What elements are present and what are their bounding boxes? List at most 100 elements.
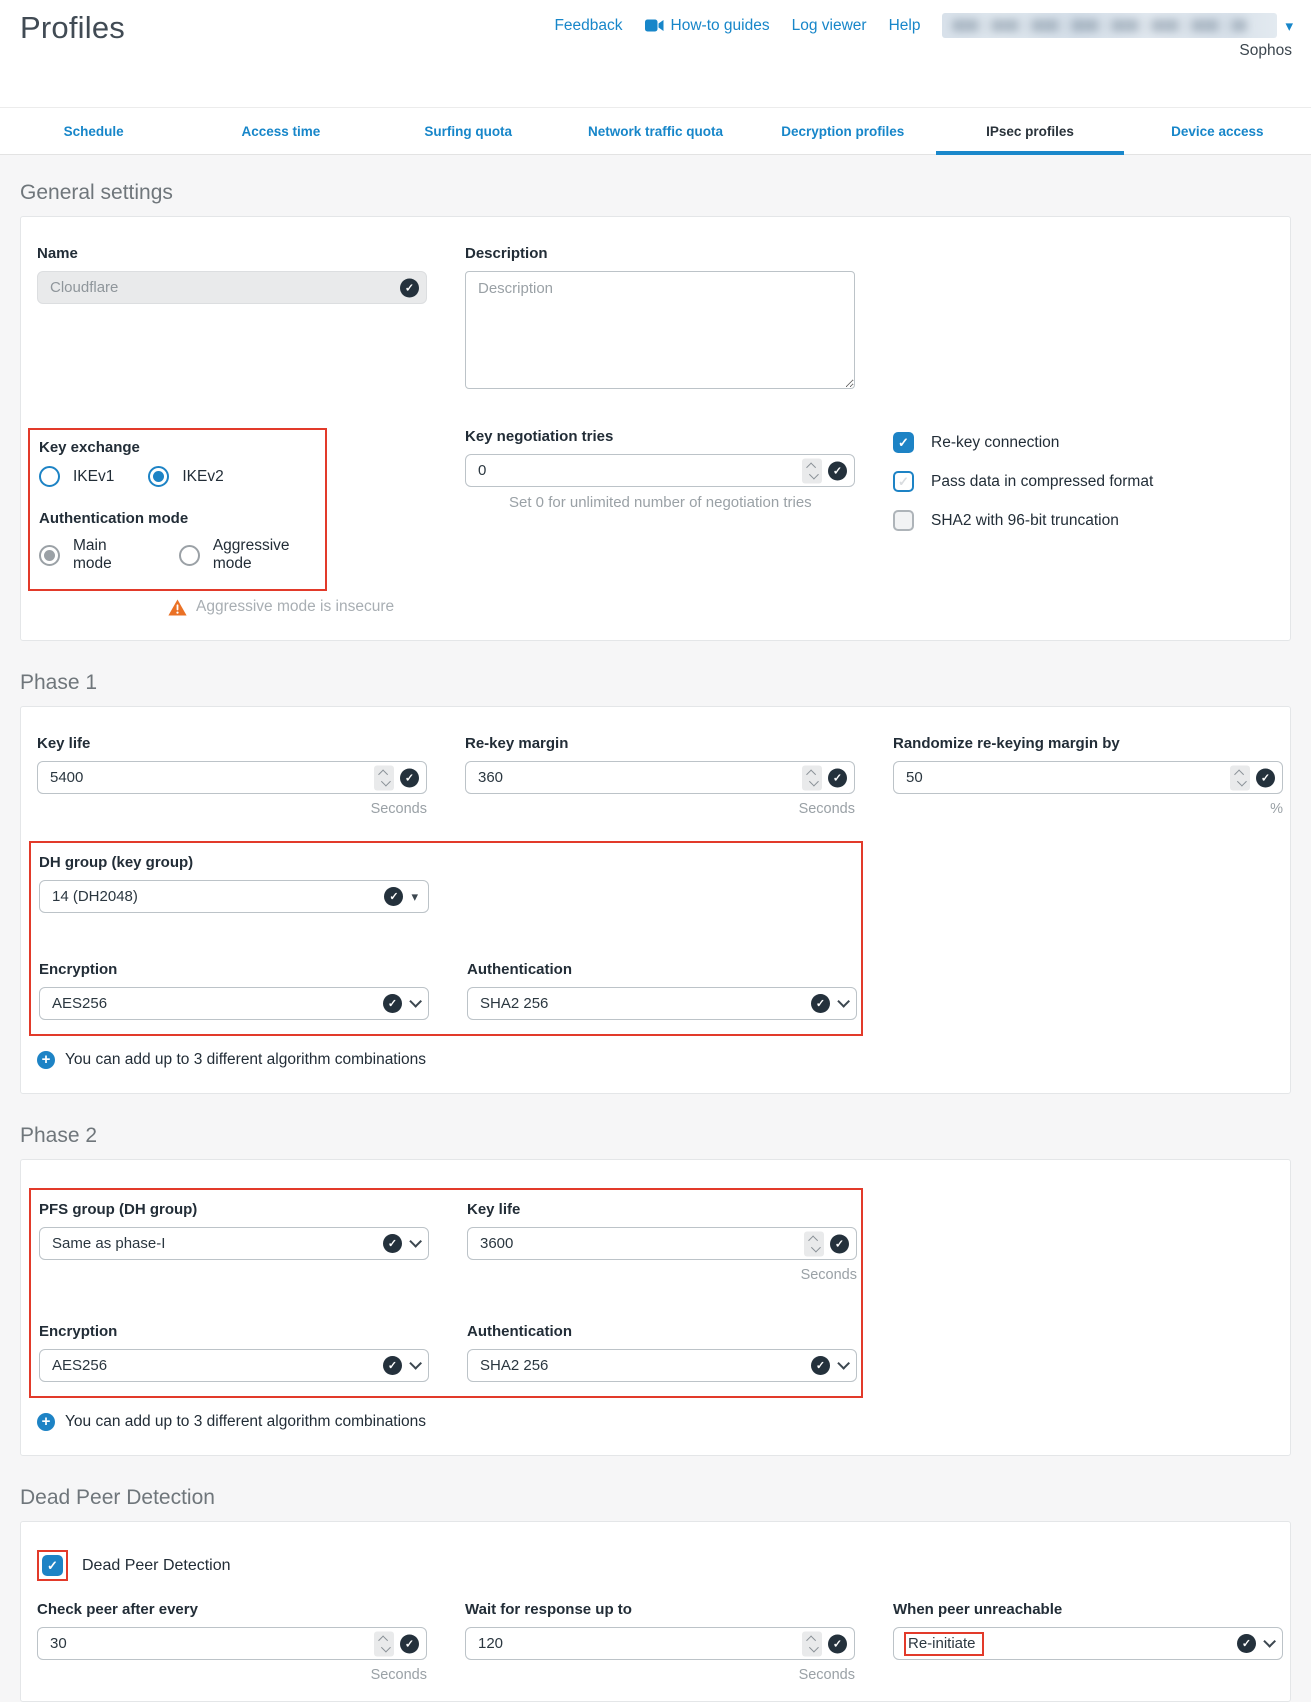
aggressive-warning-text: Aggressive mode is insecure: [196, 598, 394, 616]
rekey-connection-checkbox[interactable]: ✓: [893, 432, 914, 453]
phase1-key-life-label: Key life: [37, 735, 427, 752]
phase2-encryption-select[interactable]: AES256 ✓: [39, 1349, 429, 1382]
phase1-randomize-label: Randomize re-keying margin by: [893, 735, 1283, 752]
key-negotiation-label: Key negotiation tries: [465, 428, 855, 445]
phase1-dh-group-value: 14 (DH2048): [52, 888, 384, 905]
phase1-encryption-group: Encryption AES256 ✓: [39, 961, 429, 1020]
compressed-format-checkbox[interactable]: ✓: [893, 471, 914, 492]
tab-network-traffic-quota[interactable]: Network traffic quota: [562, 108, 749, 154]
dpd-check-peer-unit: Seconds: [37, 1667, 427, 1683]
radio-ikev2[interactable]: [148, 466, 169, 487]
log-viewer-link[interactable]: Log viewer: [792, 17, 867, 35]
feedback-link[interactable]: Feedback: [554, 17, 622, 35]
phase1-dh-group-label: DH group (key group): [39, 854, 853, 871]
stepper-icon[interactable]: [802, 1631, 822, 1656]
video-camera-icon: [645, 19, 664, 32]
key-negotiation-input[interactable]: [465, 454, 855, 487]
tab-surfing-quota[interactable]: Surfing quota: [375, 108, 562, 154]
phase1-heading: Phase 1: [20, 671, 1291, 695]
phase1-algorithms-highlight-box: DH group (key group) 14 (DH2048) ✓ ▾ Enc…: [29, 841, 863, 1036]
phase2-pfs-label: PFS group (DH group): [39, 1201, 429, 1218]
phase1-dh-group-select[interactable]: 14 (DH2048) ✓ ▾: [39, 880, 429, 913]
dpd-unreachable-group: When peer unreachable Re-initiate ✓: [893, 1601, 1283, 1660]
tab-decryption-profiles[interactable]: Decryption profiles: [749, 108, 936, 154]
phase2-encryption-group: Encryption AES256 ✓: [39, 1323, 429, 1382]
brand-label: Sophos: [1239, 42, 1292, 60]
dpd-wait-input[interactable]: [465, 1627, 855, 1660]
chevron-down-icon: [1263, 1635, 1276, 1648]
stepper-icon[interactable]: [1230, 765, 1250, 790]
phase1-add-combination-row[interactable]: + You can add up to 3 different algorith…: [37, 1051, 1274, 1069]
phase2-authentication-label: Authentication: [467, 1323, 857, 1340]
dpd-card: ✓ Dead Peer Detection Check peer after e…: [20, 1521, 1291, 1702]
valid-check-icon: ✓: [811, 1356, 830, 1375]
phase1-randomize-input[interactable]: [893, 761, 1283, 794]
valid-check-icon: ✓: [400, 1634, 419, 1653]
radio-ikev1[interactable]: [39, 466, 60, 487]
compressed-format-label: Pass data in compressed format: [931, 473, 1153, 491]
chevron-down-icon: [409, 1357, 422, 1370]
sha2-truncation-checkbox[interactable]: ✓: [893, 510, 914, 531]
phase2-key-life-input[interactable]: [467, 1227, 857, 1260]
radio-ikev1-label: IKEv1: [73, 468, 114, 486]
phase1-authentication-group: Authentication SHA2 256 ✓: [467, 961, 857, 1020]
phase1-rekey-margin-input[interactable]: [465, 761, 855, 794]
description-textarea[interactable]: [465, 271, 855, 389]
chevron-down-icon: [409, 1235, 422, 1248]
phase2-add-combination-row[interactable]: + You can add up to 3 different algorith…: [37, 1413, 1274, 1431]
phase1-authentication-label: Authentication: [467, 961, 857, 978]
plus-circle-icon[interactable]: +: [37, 1413, 55, 1431]
help-link[interactable]: Help: [889, 17, 921, 35]
stepper-icon[interactable]: [804, 1231, 824, 1256]
dpd-check-peer-input[interactable]: [37, 1627, 427, 1660]
dpd-check-peer-group: Check peer after every ✓ Seconds: [37, 1601, 427, 1683]
auth-mode-label: Authentication mode: [39, 510, 325, 527]
key-negotiation-helper: Set 0 for unlimited number of negotiatio…: [465, 494, 855, 511]
key-exchange-column: Key exchange IKEv1 IKEv2 Authentication …: [37, 428, 427, 616]
phase1-key-life-input[interactable]: [37, 761, 427, 794]
stepper-icon[interactable]: [374, 765, 394, 790]
phase1-randomize-unit: %: [893, 801, 1283, 817]
phase2-add-note: You can add up to 3 different algorithm …: [65, 1413, 426, 1431]
stepper-icon[interactable]: [802, 458, 822, 483]
phase2-pfs-select[interactable]: Same as phase-I ✓: [39, 1227, 429, 1260]
phase1-randomize-group: Randomize re-keying margin by ✓ %: [893, 735, 1283, 817]
dpd-unreachable-select[interactable]: Re-initiate ✓: [893, 1627, 1283, 1660]
phase2-encryption-value: AES256: [52, 1357, 383, 1374]
phase1-add-note: You can add up to 3 different algorithm …: [65, 1051, 426, 1069]
dpd-wait-label: Wait for response up to: [465, 1601, 855, 1618]
howto-guides-link[interactable]: How-to guides: [645, 17, 770, 35]
phase2-key-life-label: Key life: [467, 1201, 857, 1218]
valid-check-icon: ✓: [811, 994, 830, 1013]
phase1-authentication-select[interactable]: SHA2 256 ✓: [467, 987, 857, 1020]
phase1-authentication-value: SHA2 256: [480, 995, 811, 1012]
radio-aggressive-mode[interactable]: [179, 545, 200, 566]
account-caret-down-icon[interactable]: ▾: [1285, 17, 1293, 35]
aggressive-warning-row: Aggressive mode is insecure: [168, 598, 427, 616]
dpd-checkbox[interactable]: ✓: [42, 1555, 63, 1576]
phase1-rekey-margin-unit: Seconds: [465, 801, 855, 817]
general-settings-card: Name ✓ Description Key exchange IKEv1 IK…: [20, 216, 1291, 641]
tab-schedule[interactable]: Schedule: [0, 108, 187, 154]
tab-ipsec-profiles[interactable]: IPsec profiles: [936, 108, 1123, 154]
radio-ikev2-label: IKEv2: [182, 468, 223, 486]
plus-circle-icon[interactable]: +: [37, 1051, 55, 1069]
tab-access-time[interactable]: Access time: [187, 108, 374, 154]
phase1-key-life-unit: Seconds: [37, 801, 427, 817]
stepper-icon[interactable]: [802, 765, 822, 790]
stepper-icon[interactable]: [374, 1631, 394, 1656]
phase1-encryption-select[interactable]: AES256 ✓: [39, 987, 429, 1020]
header-links: Feedback How-to guides Log viewer Help ▾: [554, 13, 1293, 38]
log-viewer-label: Log viewer: [792, 17, 867, 35]
key-negotiation-field-wrap: ✓: [465, 454, 855, 487]
key-exchange-highlight-box: Key exchange IKEv1 IKEv2 Authentication …: [28, 428, 327, 591]
account-selector-redacted[interactable]: [942, 13, 1277, 38]
auth-mode-options: Main mode Aggressive mode: [39, 537, 325, 573]
name-input[interactable]: [37, 271, 427, 304]
tab-device-access[interactable]: Device access: [1124, 108, 1311, 154]
valid-check-icon: ✓: [383, 1356, 402, 1375]
description-label: Description: [465, 245, 855, 262]
phase1-dh-group: DH group (key group) 14 (DH2048) ✓ ▾: [39, 854, 853, 913]
radio-main-mode[interactable]: [39, 545, 60, 566]
phase2-authentication-select[interactable]: SHA2 256 ✓: [467, 1349, 857, 1382]
